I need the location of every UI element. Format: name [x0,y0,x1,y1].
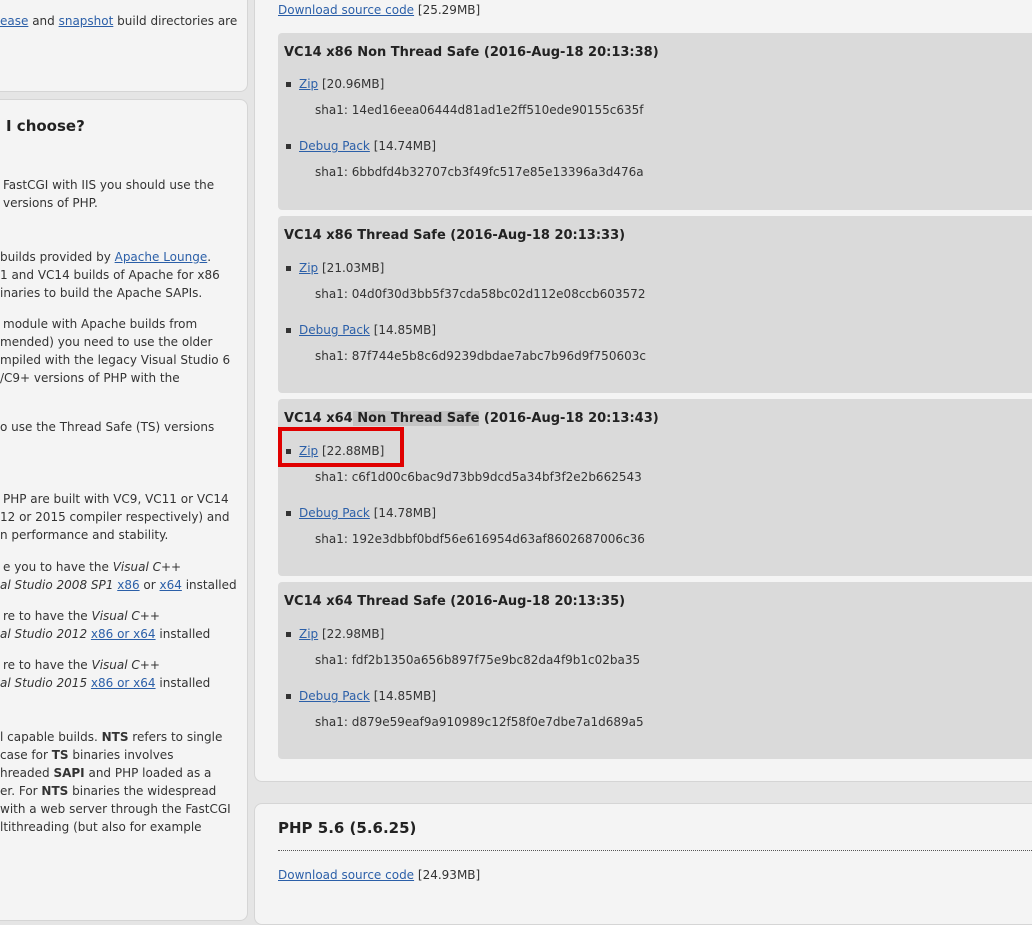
download-source-link[interactable]: Download source code [278,868,414,882]
build-title: VC14 x64 Non Thread Safe (2016-Aug-18 20… [284,411,659,426]
para4-line1: o use the Thread Safe (TS) versions [0,420,215,434]
req3-line2: al Studio 2015 x86 or x64 installed [0,676,211,690]
debug-pack-item: Debug Pack [14.85MB] [286,323,436,337]
vc14-link[interactable]: x86 or x64 [91,676,156,690]
build-vc14-x86-nts: VC14 x86 Non Thread Safe (2016-Aug-18 20… [278,33,1032,210]
zip-sha1: sha1: c6f1d00c6bac9d73bb9dcd5a34bf3f2e2b… [315,470,642,484]
nts-line1: l capable builds. NTS refers to single [0,730,223,744]
debug-pack-link[interactable]: Debug Pack [299,323,370,337]
req2-line2: al Studio 2012 x86 or x64 installed [0,627,211,641]
zip-item: Zip [21.03MB] [286,261,384,275]
apache-lounge-link[interactable]: Apache Lounge [115,250,208,264]
build-vc14-x64-nts: VC14 x64 Non Thread Safe (2016-Aug-18 20… [278,399,1032,576]
debug-pack-item: Debug Pack [14.85MB] [286,689,436,703]
req2-line1: re to have the Visual C++ [3,609,160,623]
vc9-x86-link[interactable]: x86 [117,578,139,592]
build-vc14-x86-ts: VC14 x86 Thread Safe (2016-Aug-18 20:13:… [278,216,1032,393]
para5-line1: PHP are built with VC9, VC11 or VC14 [3,492,229,506]
bullet-icon [286,511,291,516]
debug-pack-item: Debug Pack [14.74MB] [286,139,436,153]
debug-pack-link[interactable]: Debug Pack [299,689,370,703]
php56-download-row: Download source code [24.93MB] [278,868,481,882]
bullet-icon [286,82,291,87]
nts-line6: ltithreading (but also for example [0,820,202,834]
para2-line2: 1 and VC14 builds of Apache for x86 [0,268,220,282]
para3-line1: module with Apache builds from [3,317,198,331]
build-vc14-x64-ts: VC14 x64 Thread Safe (2016-Aug-18 20:13:… [278,582,1032,759]
bullet-icon [286,328,291,333]
req1-line1: e you to have the Visual C++ [3,560,182,574]
nts-line2: case for TS binaries involves [0,748,174,762]
debug-pack-sha1: sha1: 87f744e5b8c6d9239dbdae7abc7b96d9f7… [315,349,646,363]
debug-pack-link[interactable]: Debug Pack [299,139,370,153]
build-title: VC14 x86 Non Thread Safe (2016-Aug-18 20… [284,45,659,60]
req3-line1: re to have the Visual C++ [3,658,160,672]
para1-line1: FastCGI with IIS you should use the [3,178,215,192]
para3-line4: /C9+ versions of PHP with the [0,371,180,385]
download-source-link[interactable]: Download source code [278,3,414,17]
para3-line2: mended) you need to use the older [0,335,213,349]
version-heading: PHP 5.6 (5.6.25) [278,819,417,837]
bullet-icon [286,266,291,271]
para2-line1: builds provided by Apache Lounge. [0,250,212,264]
selected-text-highlight: Non Thread Safe [352,411,480,426]
zip-sha1: sha1: 04d0f30d3bb5f37cda58bc02d112e08ccb… [315,287,646,301]
nts-line3: hreaded SAPI and PHP loaded as a [0,766,212,780]
req1-line2: al Studio 2008 SP1 x86 or x64 installed [0,578,237,592]
zip-item: Zip [22.98MB] [286,627,384,641]
zip-item: Zip [20.96MB] [286,77,384,91]
debug-pack-sha1: sha1: d879e59eaf9a910989c12f58f0e7dbe7a1… [315,715,644,729]
bullet-icon [286,632,291,637]
para2-line3: inaries to build the Apache SAPIs. [0,286,203,300]
debug-pack-sha1: sha1: 6bbdfd4b32707cb3f49fc517e85e13396a… [315,165,644,179]
red-annotation-box [278,427,404,467]
zip-link[interactable]: Zip [299,77,318,91]
para1-line2: versions of PHP. [3,196,98,210]
para3-line3: mpiled with the legacy Visual Studio 6 [0,353,231,367]
vc11-link[interactable]: x86 or x64 [91,627,156,641]
which-version-heading: I choose? [6,117,85,135]
zip-link[interactable]: Zip [299,261,318,275]
para5-line2: 12 or 2015 compiler respectively) and [0,510,230,524]
left-top-line: ease and snapshot build directories are [0,14,238,28]
release-link[interactable]: ease [0,14,28,28]
nts-line5: with a web server through the FastCGI [0,802,231,816]
build-title: VC14 x86 Thread Safe (2016-Aug-18 20:13:… [284,228,626,243]
section-divider [278,850,1032,851]
bullet-icon [286,144,291,149]
zip-link[interactable]: Zip [299,627,318,641]
snapshot-link[interactable]: snapshot [59,14,114,28]
debug-pack-sha1: sha1: 192e3dbbf0bdf56e616954d63af8602687… [315,532,645,546]
debug-pack-item: Debug Pack [14.78MB] [286,506,436,520]
zip-sha1: sha1: 14ed16eea06444d81ad1e2ff510ede9015… [315,103,644,117]
bullet-icon [286,694,291,699]
para5-line3: n performance and stability. [0,528,169,542]
nts-line4: er. For NTS binaries the widespread [0,784,217,798]
debug-pack-link[interactable]: Debug Pack [299,506,370,520]
zip-sha1: sha1: fdf2b1350a656b897f75e9bc82da4f9b1c… [315,653,641,667]
vc9-x64-link[interactable]: x64 [160,578,182,592]
build-title: VC14 x64 Thread Safe (2016-Aug-18 20:13:… [284,594,626,609]
top-download-row: Download source code [25.29MB] [278,3,481,17]
